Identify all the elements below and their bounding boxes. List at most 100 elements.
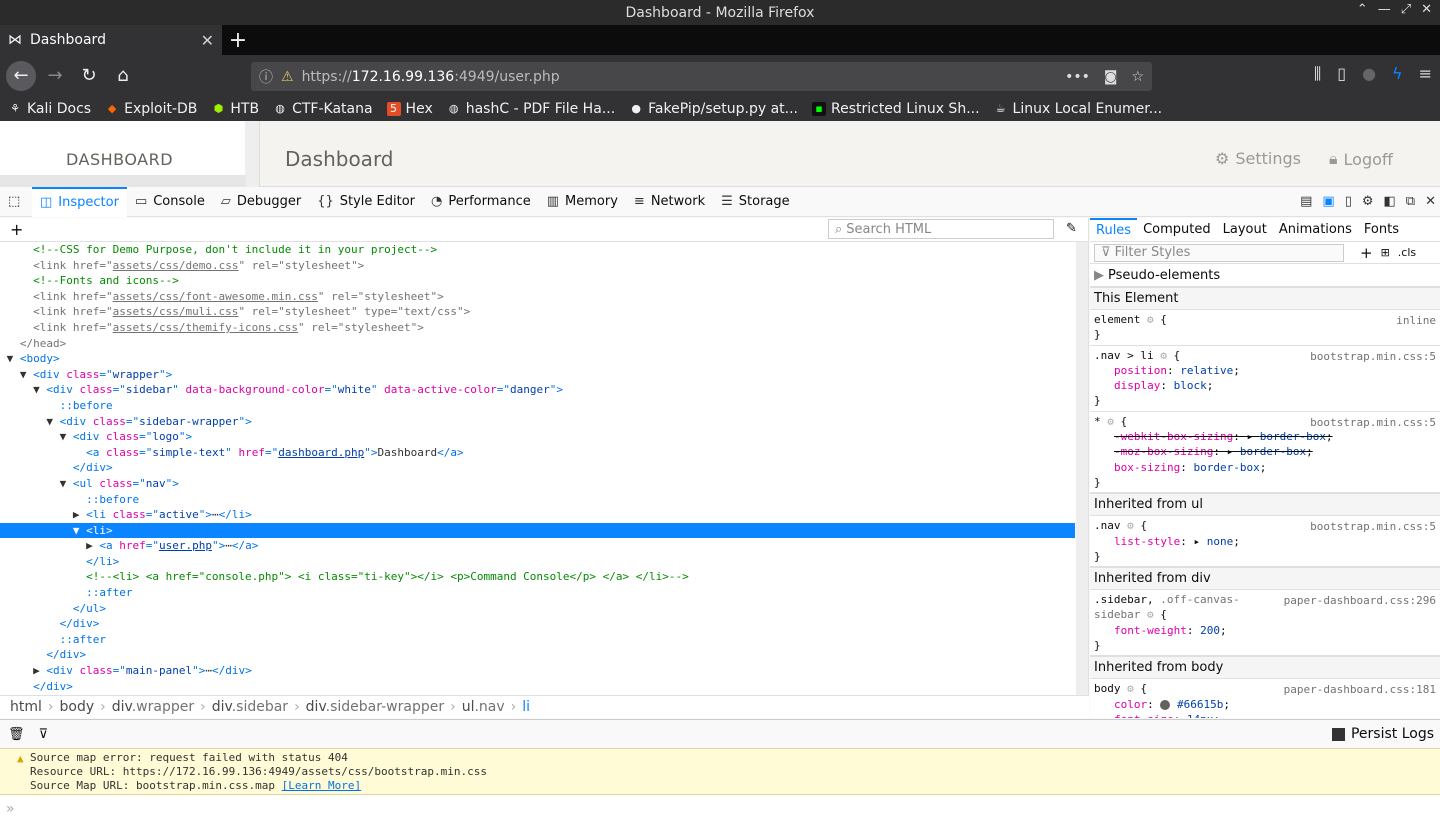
logoff-link[interactable]: 🔒︎ Logoff xyxy=(1329,149,1393,169)
sidebar-vscroll[interactable] xyxy=(245,121,259,187)
responsive-icon[interactable]: ▯ xyxy=(1345,194,1352,209)
tab-close-icon[interactable]: ✕ xyxy=(201,31,214,50)
markup-line[interactable]: ▼ <div class="sidebar" data-background-c… xyxy=(0,382,1075,398)
tab-computed[interactable]: Computed xyxy=(1137,218,1217,242)
sidebar-toggle-icon[interactable]: ▯ xyxy=(1337,64,1346,84)
window-maximize-icon[interactable]: ⤢ xyxy=(1401,2,1411,17)
markup-line[interactable]: <!--Fonts and icons--> xyxy=(0,273,1075,289)
markup-view[interactable]: <!--CSS for Demo Purpose, don't include … xyxy=(0,242,1075,695)
crumb-div-sidebar-wrapper[interactable]: div.sidebar-wrapper xyxy=(306,699,444,715)
toggle-pseudo-icon[interactable]: ⊞ xyxy=(1381,246,1390,259)
devtools-close-icon[interactable]: ✕ xyxy=(1425,194,1436,209)
sidebar-hscroll[interactable] xyxy=(0,175,246,187)
markup-line[interactable]: </ul> xyxy=(0,601,1075,617)
crumb-div-wrapper[interactable]: div.wrapper xyxy=(112,699,194,715)
bookmark-restricted-linux[interactable]: ▪ Restricted Linux Sh... xyxy=(811,101,980,117)
layout-toggle-icon[interactable]: ▤ xyxy=(1300,194,1312,209)
add-rule-icon[interactable]: + xyxy=(1360,244,1373,262)
bookmark-hex[interactable]: 5 Hex xyxy=(386,101,433,117)
bookmark-htb[interactable]: ⬢ HTB xyxy=(211,101,260,117)
tab-console[interactable]: ▭ Console xyxy=(127,187,213,217)
dock-side-icon[interactable]: ◧ xyxy=(1384,194,1396,209)
rule-sidebar[interactable]: .sidebar, .off-canvas-sidebar ⚙ {paper-d… xyxy=(1090,590,1440,657)
home-button[interactable]: ⌂ xyxy=(108,61,138,91)
bookmark-ctf-katana[interactable]: ◍ CTF-Katana xyxy=(273,101,372,117)
console-input[interactable]: » xyxy=(0,796,1440,822)
reload-button[interactable]: ↻ xyxy=(74,61,104,91)
trash-icon[interactable]: 🗑︎ xyxy=(8,727,25,742)
library-icon[interactable]: ⫼ xyxy=(1314,64,1321,84)
sidebar-title[interactable]: DASHBOARD xyxy=(66,150,173,169)
bookmark-exploit-db[interactable]: ◆ Exploit-DB xyxy=(105,101,198,117)
lightning-extension-icon[interactable]: ϟ xyxy=(1392,64,1403,84)
tab-fonts[interactable]: Fonts xyxy=(1358,218,1405,242)
markup-line[interactable]: ::after xyxy=(0,632,1075,648)
undock-icon[interactable]: ⧉ xyxy=(1406,194,1415,209)
markup-line[interactable]: </li> xyxy=(0,554,1075,570)
markup-line[interactable]: ▼ <body> xyxy=(0,351,1075,367)
crumb-body[interactable]: body xyxy=(60,699,95,715)
settings-link[interactable]: ⚙ Settings xyxy=(1215,149,1301,168)
markup-line[interactable]: <!--<li> <a href="console.php"> <i class… xyxy=(0,569,1075,585)
filter-styles-input[interactable]: ⊽ Filter Styles xyxy=(1094,243,1344,262)
tab-network[interactable]: ≡ Network xyxy=(626,187,713,217)
learn-more-link[interactable]: [Learn More] xyxy=(282,779,361,792)
window-up-icon[interactable]: ⌃ xyxy=(1357,2,1368,17)
markup-line[interactable]: ::before xyxy=(0,398,1075,414)
search-html-input[interactable]: ⌕ Search HTML xyxy=(828,219,1054,239)
markup-line[interactable]: ::after xyxy=(0,585,1075,601)
markup-line[interactable]: ▶ <li class="active">⋯</li> xyxy=(0,507,1075,523)
pseudo-elements-toggle[interactable]: ▶ Pseudo-elements xyxy=(1090,264,1440,287)
markup-line[interactable]: </head> xyxy=(0,336,1075,352)
markup-line[interactable]: <link href="assets/css/font-awesome.min.… xyxy=(0,289,1075,305)
markup-scrollbar[interactable] xyxy=(1076,242,1088,695)
markup-line[interactable]: ▼ <div class="sidebar-wrapper"> xyxy=(0,414,1075,430)
cls-toggle[interactable]: .cls xyxy=(1398,246,1416,259)
markup-line[interactable]: <link href="assets/css/themify-icons.css… xyxy=(0,320,1075,336)
tab-debugger[interactable]: ▱ Debugger xyxy=(213,187,309,217)
bookmark-linux-local-enum[interactable]: ☕ Linux Local Enumer... xyxy=(994,101,1163,117)
markup-line[interactable]: </div> xyxy=(0,647,1075,663)
markup-line[interactable]: <!--CSS for Demo Purpose, don't include … xyxy=(0,242,1075,258)
markup-line[interactable]: <a class="simple-text" href="dashboard.p… xyxy=(0,445,1075,461)
rule-nav[interactable]: .nav ⚙ {bootstrap.min.css:5 list-style: ▸… xyxy=(1090,516,1440,568)
rule-body[interactable]: body ⚙ {paper-dashboard.css:181 color: #6… xyxy=(1090,679,1440,718)
tab-performance[interactable]: ◔ Performance xyxy=(423,187,539,217)
pocket-icon[interactable]: ◙ xyxy=(1104,69,1118,85)
markup-line[interactable]: </div> xyxy=(0,616,1075,632)
tab-layout[interactable]: Layout xyxy=(1217,218,1273,242)
tab-memory[interactable]: ▥ Memory xyxy=(539,187,626,217)
crumb-ul-nav[interactable]: ul.nav xyxy=(462,699,505,715)
filter-icon[interactable]: ⊽ xyxy=(39,727,49,742)
persist-logs-checkbox[interactable]: Persist Logs xyxy=(1331,726,1434,742)
markup-line[interactable]: <link href="assets/css/demo.css" rel="st… xyxy=(0,258,1075,274)
markup-line[interactable]: </div> xyxy=(0,460,1075,476)
lock-warning-icon[interactable]: ⚠ xyxy=(281,69,294,85)
markup-line-selected[interactable]: ▼ <li> xyxy=(0,522,1075,539)
markup-line[interactable]: ::before xyxy=(0,492,1075,508)
tab-style-editor[interactable]: {} Style Editor xyxy=(309,187,423,217)
extension-icon[interactable]: ● xyxy=(1362,64,1376,84)
tab-animations[interactable]: Animations xyxy=(1273,218,1358,242)
markup-line[interactable]: ▼ <div class="logo"> xyxy=(0,429,1075,445)
crumb-li[interactable]: li xyxy=(522,699,530,715)
tab-inspector[interactable]: ◫ Inspector xyxy=(32,186,127,217)
crumb-html[interactable]: html xyxy=(10,699,42,715)
back-button[interactable]: ← xyxy=(6,60,36,91)
eyedropper-icon[interactable]: ✎ xyxy=(1066,221,1077,236)
crumb-div-sidebar[interactable]: div.sidebar xyxy=(212,699,288,715)
tab-rules[interactable]: Rules xyxy=(1090,218,1138,242)
bookmark-fakepip[interactable]: ● FakePip/setup.py at... xyxy=(629,101,798,117)
window-minimize-icon[interactable]: — xyxy=(1378,2,1391,17)
new-tab-button[interactable]: + xyxy=(222,25,254,55)
info-icon[interactable]: ⓘ xyxy=(259,67,273,87)
tab-storage[interactable]: ☰ Storage xyxy=(713,187,798,217)
bookmark-star-icon[interactable]: ☆ xyxy=(1131,69,1144,85)
rule-universal[interactable]: * ⚙ {bootstrap.min.css:5 -webkit-box-sizi… xyxy=(1090,412,1440,494)
forward-button[interactable]: → xyxy=(40,61,70,91)
markup-line[interactable]: ▼ <div class="wrapper"> xyxy=(0,367,1075,383)
console-split-icon[interactable]: ▣ xyxy=(1322,194,1334,209)
page-actions-icon[interactable]: ••• xyxy=(1065,69,1090,85)
tab-dashboard[interactable]: ⋈ Dashboard ✕ xyxy=(0,25,222,55)
window-close-icon[interactable]: ✕ xyxy=(1421,2,1432,17)
